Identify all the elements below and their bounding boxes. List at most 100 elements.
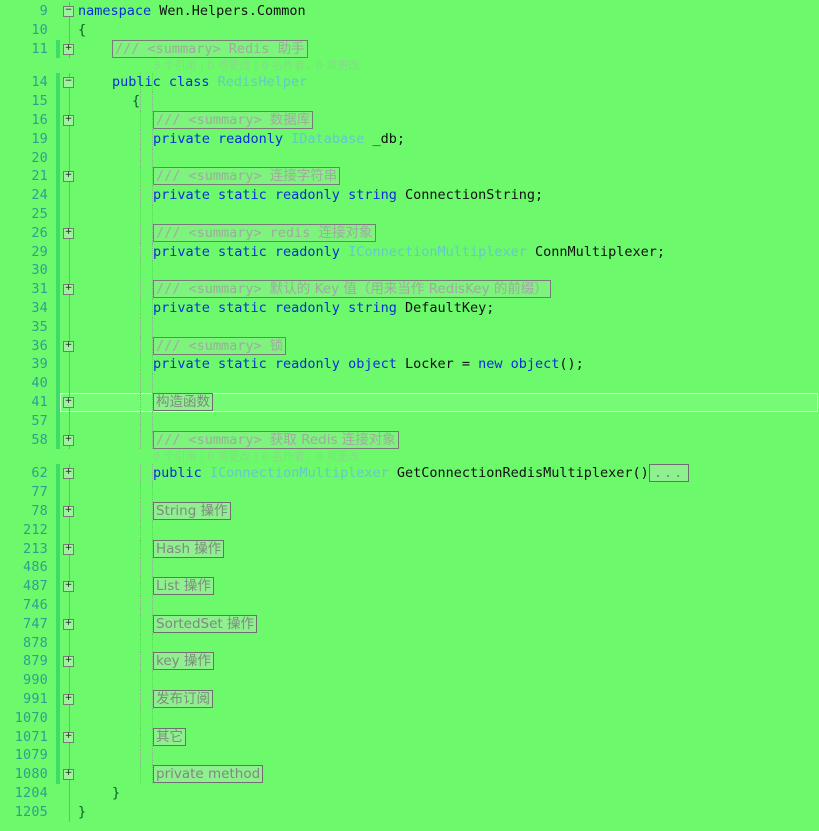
expand-region-icon[interactable] [63, 284, 74, 296]
code-line-row[interactable]: 31 /// <summary> 默认的 Key 值（用来当作 RedisKey … [0, 280, 819, 299]
expand-region-icon[interactable] [63, 581, 74, 593]
code-line-row[interactable]: 16 /// <summary> 数据库 [0, 111, 819, 130]
code-line-row[interactable]: 213 Hash 操作 [0, 539, 819, 559]
outlining-margin[interactable] [62, 148, 78, 168]
expand-region-icon[interactable] [63, 171, 74, 183]
outlining-margin[interactable] [62, 299, 78, 318]
expand-region-icon[interactable] [63, 618, 74, 630]
code-line-row[interactable]: 1071 其它 [0, 727, 819, 747]
collapsed-region-label[interactable]: String 操作 [153, 502, 231, 520]
outlining-margin[interactable] [62, 242, 78, 262]
code-line-row[interactable]: 212 [0, 520, 819, 540]
outlining-margin[interactable] [62, 520, 78, 540]
code-line-row[interactable]: 747 SortedSet 操作 [0, 614, 819, 634]
code-line-row[interactable]: 77 [0, 483, 819, 502]
outlining-margin[interactable] [62, 802, 78, 822]
expand-region-icon[interactable] [63, 731, 74, 743]
code-line-row[interactable]: 39 private static readonly object Locker … [0, 355, 819, 375]
xml-doc-comment-collapsed[interactable]: /// <summary> redis 连接对象 [153, 223, 376, 242]
xml-doc-comment-collapsed[interactable]: /// <summary> Redis 助手 [112, 39, 308, 58]
expand-region-icon[interactable] [63, 543, 74, 555]
codelens-text[interactable]: 0 个引用 | 0 项更改 | 0 名作者，0 项更改 [153, 449, 359, 464]
outlining-margin[interactable] [62, 596, 78, 615]
outlining-margin[interactable] [62, 167, 78, 187]
outlining-margin[interactable] [62, 690, 78, 709]
expand-region-icon[interactable] [63, 340, 74, 352]
codelens-text[interactable]: 3 个引用 | 0 项更改 | 0 名作者，0 项更改 [153, 58, 359, 73]
code-line-row[interactable]: 1079 [0, 746, 819, 766]
expand-region-icon[interactable] [63, 468, 74, 480]
outlining-margin[interactable] [62, 280, 78, 299]
outlining-margin[interactable] [62, 39, 78, 59]
collapsed-region-label[interactable]: 发布订阅 [153, 690, 213, 708]
expand-region-icon[interactable] [63, 694, 74, 705]
xml-doc-comment-collapsed[interactable]: /// <summary> 数据库 [153, 111, 314, 129]
expand-region-icon[interactable] [63, 656, 74, 668]
code-line-row[interactable]: 10 { [0, 20, 819, 40]
outlining-margin[interactable] [62, 784, 78, 803]
collapsed-region-label[interactable]: List 操作 [153, 577, 214, 596]
code-editor-surface[interactable]: 9 namespace Wen.Helpers.Common 10 {11 /// <s… [0, 0, 819, 831]
code-line-row[interactable]: 57 [0, 411, 819, 431]
code-line-row[interactable]: 486 [0, 558, 819, 578]
code-line-row[interactable]: 30 [0, 261, 819, 281]
code-line-row[interactable]: 20 [0, 148, 819, 168]
outlining-margin[interactable] [62, 393, 78, 412]
code-line-row[interactable]: 991 发布订阅 [0, 690, 819, 709]
code-line-row[interactable]: 878 [0, 633, 819, 653]
code-line-row[interactable]: 1080 private method [0, 765, 819, 784]
code-line-row[interactable]: 1205} [0, 802, 819, 822]
outlining-margin[interactable] [62, 727, 78, 747]
expand-region-icon[interactable] [63, 397, 74, 408]
outlining-margin[interactable] [62, 111, 78, 130]
outlining-margin[interactable] [62, 652, 78, 672]
code-line-row[interactable]: 78 String 操作 [0, 502, 819, 521]
collapsed-region-label[interactable]: 其它 [153, 727, 186, 746]
expand-region-icon[interactable] [63, 434, 74, 446]
code-line-row[interactable]: 36 /// <summary> 锁 [0, 336, 819, 356]
expand-region-icon[interactable] [63, 506, 74, 517]
collapsed-region-label[interactable]: SortedSet 操作 [153, 614, 258, 633]
outlining-margin[interactable] [62, 614, 78, 634]
code-line-row[interactable]: 40 [0, 374, 819, 393]
collapsed-region-label[interactable]: 构造函数 [153, 393, 213, 411]
code-line-row[interactable]: 58 /// <summary> 获取 Redis 连接对象 [0, 430, 819, 450]
outlining-margin[interactable] [62, 765, 78, 784]
outlining-margin[interactable] [62, 374, 78, 393]
code-line-row[interactable]: 9 namespace Wen.Helpers.Common [0, 2, 819, 21]
outlining-margin[interactable] [62, 355, 78, 375]
outlining-margin[interactable] [62, 223, 78, 243]
collapsed-region-label[interactable]: Hash 操作 [153, 539, 225, 558]
xml-doc-comment-collapsed[interactable]: /// <summary> 默认的 Key 值（用来当作 RedisKey 的前… [153, 280, 551, 299]
outlining-margin[interactable] [62, 483, 78, 502]
code-line-row[interactable]: 487 List 操作 [0, 577, 819, 596]
outlining-margin[interactable] [62, 2, 78, 21]
code-line-row[interactable]: 15 { [0, 92, 819, 111]
codelens-reference-info[interactable]: 0 个引用 | 0 项更改 | 0 名作者，0 项更改 [153, 450, 359, 463]
outlining-margin[interactable] [62, 430, 78, 450]
code-line-row[interactable]: 21 /// <summary> 连接字符串 [0, 167, 819, 187]
code-line-row[interactable]: 35 [0, 317, 819, 337]
code-line-row[interactable]: 62 public IConnectionMultiplexer GetConne… [0, 464, 819, 484]
outlining-margin[interactable] [62, 539, 78, 559]
code-line-row[interactable]: 11 /// <summary> Redis 助手 [0, 39, 819, 59]
expand-region-icon[interactable] [63, 227, 74, 239]
outlining-margin[interactable] [62, 633, 78, 653]
outlining-margin[interactable] [62, 411, 78, 431]
outlining-margin[interactable] [62, 317, 78, 337]
xml-doc-comment-collapsed[interactable]: /// <summary> 获取 Redis 连接对象 [153, 430, 399, 449]
outlining-margin[interactable] [62, 129, 78, 149]
code-line-row[interactable]: 746 [0, 596, 819, 615]
codelens-row[interactable]: 0 个引用 | 0 项更改 | 0 名作者，0 项更改 [0, 449, 819, 464]
code-line-row[interactable]: 41 构造函数 [0, 393, 819, 412]
outlining-margin[interactable] [62, 261, 78, 281]
codelens-row[interactable]: 3 个引用 | 0 项更改 | 0 名作者，0 项更改 [0, 58, 819, 73]
outlining-margin[interactable] [62, 92, 78, 111]
outlining-margin[interactable] [62, 577, 78, 596]
code-line-row[interactable]: 29 private static readonly IConnectionMul… [0, 242, 819, 262]
code-line-row[interactable]: 34 private static readonly string Default… [0, 299, 819, 318]
outlining-margin[interactable] [62, 502, 78, 521]
outlining-margin[interactable] [62, 746, 78, 766]
code-line-row[interactable]: 14 public class RedisHelper [0, 73, 819, 93]
code-line-row[interactable]: 990 [0, 671, 819, 690]
